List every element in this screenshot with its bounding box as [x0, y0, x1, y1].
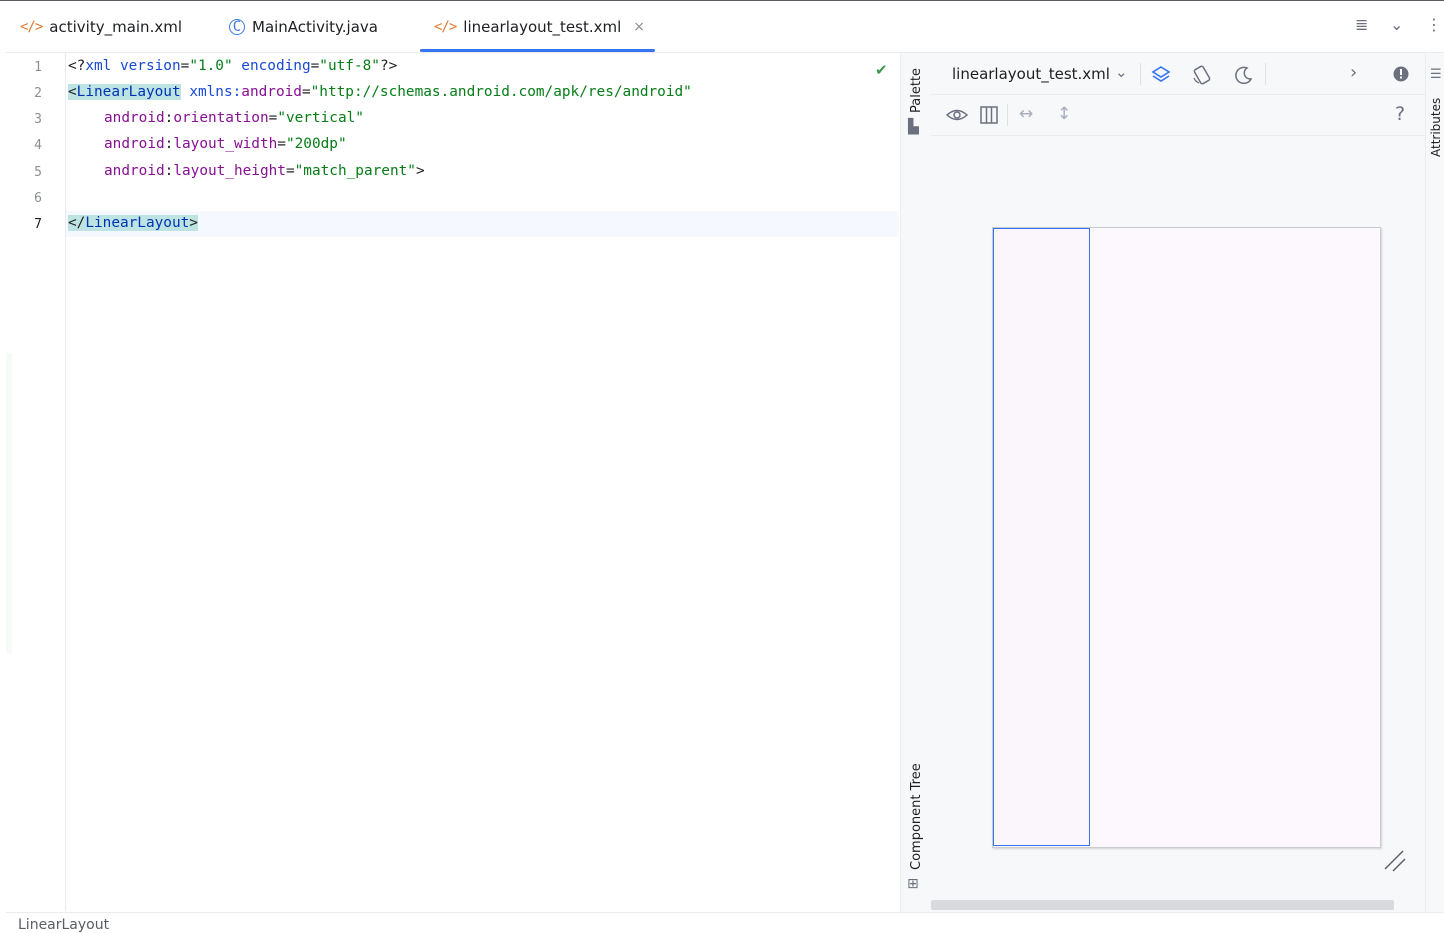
right-tool-strip: ☰ Attributes — [1425, 53, 1444, 912]
toolbar-separator — [1265, 63, 1266, 85]
token: android — [104, 136, 165, 152]
code-line-5[interactable]: android:layout_height="match_parent"> — [104, 163, 425, 179]
code-line-1[interactable]: <?xml version="1.0" encoding="utf-8"?> — [68, 58, 397, 74]
token: orientation — [173, 110, 269, 126]
code-line-3[interactable]: android:orientation="vertical" — [104, 110, 364, 126]
token: android — [241, 84, 302, 100]
orientation-icon[interactable] — [1191, 64, 1213, 86]
left-tool-strip: Palette ▙ Component Tree ⊞ — [900, 53, 932, 912]
token: xmlns: — [189, 84, 242, 100]
token: > — [415, 163, 425, 179]
expand-toolbar-icon[interactable]: › — [1350, 62, 1357, 83]
status-bar: LinearLayout — [6, 912, 1444, 933]
token: android — [104, 110, 165, 126]
line-number: 4 — [34, 138, 42, 153]
component-tree-tab[interactable]: Component Tree — [909, 763, 924, 870]
token: encoding — [232, 58, 311, 74]
layers-icon[interactable] — [1150, 64, 1172, 86]
layout-file-selector[interactable]: linearlayout_test.xml — [952, 65, 1110, 83]
token: = — [310, 58, 320, 74]
chevron-down-icon[interactable]: ⌄ — [1115, 63, 1128, 81]
tag-name: LinearLayout — [85, 215, 190, 231]
layout-design-pane: linearlayout_test.xml ⌄ › ↔ ↕ ? — [931, 53, 1425, 912]
token: ?> — [379, 58, 398, 74]
token: "vertical" — [277, 110, 364, 126]
line-number-current: 7 — [34, 217, 42, 232]
toolbar-separator — [1140, 63, 1141, 85]
code-line-7[interactable]: </LinearLayout> — [68, 215, 198, 231]
line-number-gutter: 1 2 3 4 5 6 7 — [6, 53, 66, 911]
warning-info-icon[interactable] — [1392, 65, 1410, 83]
attributes-icon[interactable]: ☰ — [1430, 67, 1442, 82]
token: < — [68, 84, 77, 100]
code-editor[interactable]: 1 2 3 4 5 6 7 <?xml version="1.0" encodi… — [6, 53, 899, 911]
close-tab-icon[interactable]: × — [633, 19, 645, 35]
status-breadcrumb[interactable]: LinearLayout — [18, 917, 109, 933]
token: layout_width — [173, 136, 278, 152]
token: "1.0" — [189, 58, 233, 74]
toolbar-separator — [1007, 104, 1008, 126]
line-number: 3 — [34, 112, 42, 127]
line-number: 5 — [34, 165, 42, 180]
more-options-icon[interactable]: ⋮ — [1426, 15, 1442, 34]
linearlayout-preview-selection[interactable] — [993, 228, 1090, 846]
java-class-icon: C — [229, 18, 245, 35]
tab-label: MainActivity.java — [252, 17, 378, 36]
design-toolbar-top: linearlayout_test.xml ⌄ › — [931, 53, 1425, 95]
tab-main-activity-java[interactable]: C MainActivity.java — [229, 1, 378, 52]
line-number: 6 — [34, 191, 42, 206]
token: > — [189, 215, 198, 231]
recent-files-list-icon[interactable]: ≣ — [1355, 15, 1368, 34]
token: layout_height — [173, 163, 286, 179]
chevron-down-icon[interactable]: ⌄ — [1390, 15, 1403, 34]
token: android — [104, 163, 165, 179]
tag-name: LinearLayout — [76, 84, 181, 100]
code-line-4[interactable]: android:layout_width="200dp" — [104, 136, 347, 152]
help-icon[interactable]: ? — [1395, 103, 1405, 125]
token: = — [301, 84, 311, 100]
horizontal-resize-icon[interactable]: ↔ — [1019, 104, 1033, 124]
line-number: 2 — [34, 86, 42, 101]
palette-tab[interactable]: Palette — [909, 68, 924, 113]
tab-linearlayout-test-xml[interactable]: </> linearlayout_test.xml × — [434, 1, 645, 52]
token: </ — [68, 215, 86, 231]
code-line-2[interactable]: <LinearLayout xmlns:android="http://sche… — [68, 84, 692, 100]
token: xml version — [85, 58, 181, 74]
token: <? — [68, 58, 86, 74]
design-toolbar-bottom: ↔ ↕ ? — [931, 95, 1425, 136]
token: "utf-8" — [319, 58, 380, 74]
tab-label: activity_main.xml — [49, 17, 182, 36]
palette-icon[interactable]: ▙ — [908, 119, 919, 135]
token: "200dp" — [285, 136, 347, 152]
editor-tab-bar: </> activity_main.xml C MainActivity.jav… — [6, 1, 1444, 53]
active-tab-indicator — [420, 49, 655, 52]
xml-file-icon: </> — [20, 18, 43, 35]
eye-icon[interactable] — [945, 105, 969, 125]
component-tree-icon[interactable]: ⊞ — [907, 876, 919, 892]
token: = — [277, 136, 286, 152]
horizontal-scrollbar[interactable] — [931, 900, 1394, 910]
resize-handle-icon[interactable] — [1383, 849, 1407, 873]
token: "http://schemas.android.com/apk/res/andr… — [310, 84, 692, 100]
xml-file-icon: </> — [434, 18, 457, 35]
tab-activity-main-xml[interactable]: </> activity_main.xml — [20, 1, 182, 52]
token: = — [268, 110, 278, 126]
token: "match_parent" — [294, 163, 416, 179]
vertical-resize-icon[interactable]: ↕ — [1057, 104, 1071, 124]
attributes-tab[interactable]: Attributes — [1429, 98, 1443, 157]
no-problems-check-icon[interactable]: ✔ — [875, 61, 888, 79]
token: = — [180, 58, 190, 74]
token: = — [285, 163, 295, 179]
blueprint-columns-icon[interactable] — [979, 105, 999, 125]
night-mode-icon[interactable] — [1233, 64, 1255, 86]
line-number: 1 — [34, 60, 42, 75]
tab-label: linearlayout_test.xml — [463, 17, 622, 36]
